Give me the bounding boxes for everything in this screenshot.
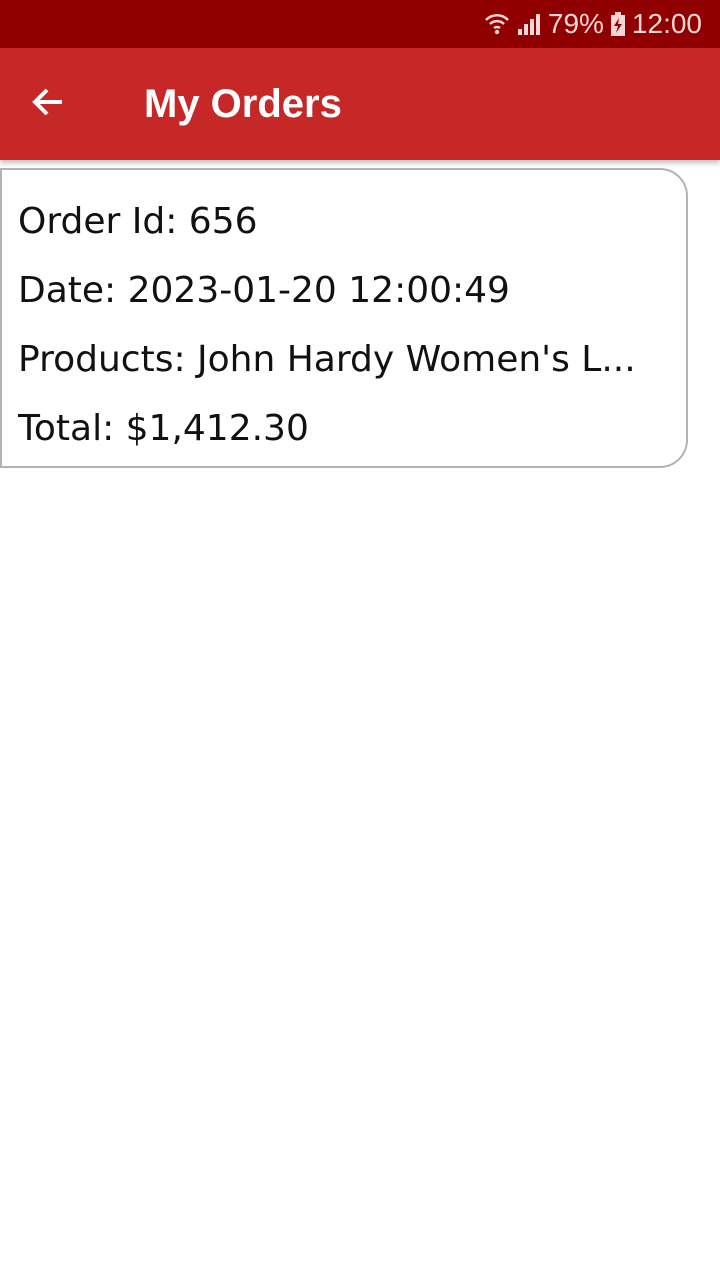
status-bar: 79% 12:00 [0, 0, 720, 48]
battery-percent: 79% [547, 8, 604, 39]
order-id: Order Id: 656 [18, 201, 258, 242]
arrow-left-icon [30, 84, 66, 124]
page-title: My Orders [144, 81, 342, 126]
signal-icon [516, 11, 542, 37]
order-total: Total: $1,412.30 [18, 408, 309, 449]
back-button[interactable] [0, 48, 96, 160]
order-date: Date: 2023-01-20 12:00:49 [18, 270, 510, 311]
status-time: 12:00 [631, 8, 702, 39]
wifi-icon [484, 11, 510, 37]
order-card[interactable]: Order Id: 656 Date: 2023-01-20 12:00:49 … [0, 168, 688, 468]
battery-charging-icon [610, 11, 626, 37]
app-bar: My Orders [0, 48, 720, 160]
order-products: Products: John Hardy Women's L... [18, 339, 636, 380]
